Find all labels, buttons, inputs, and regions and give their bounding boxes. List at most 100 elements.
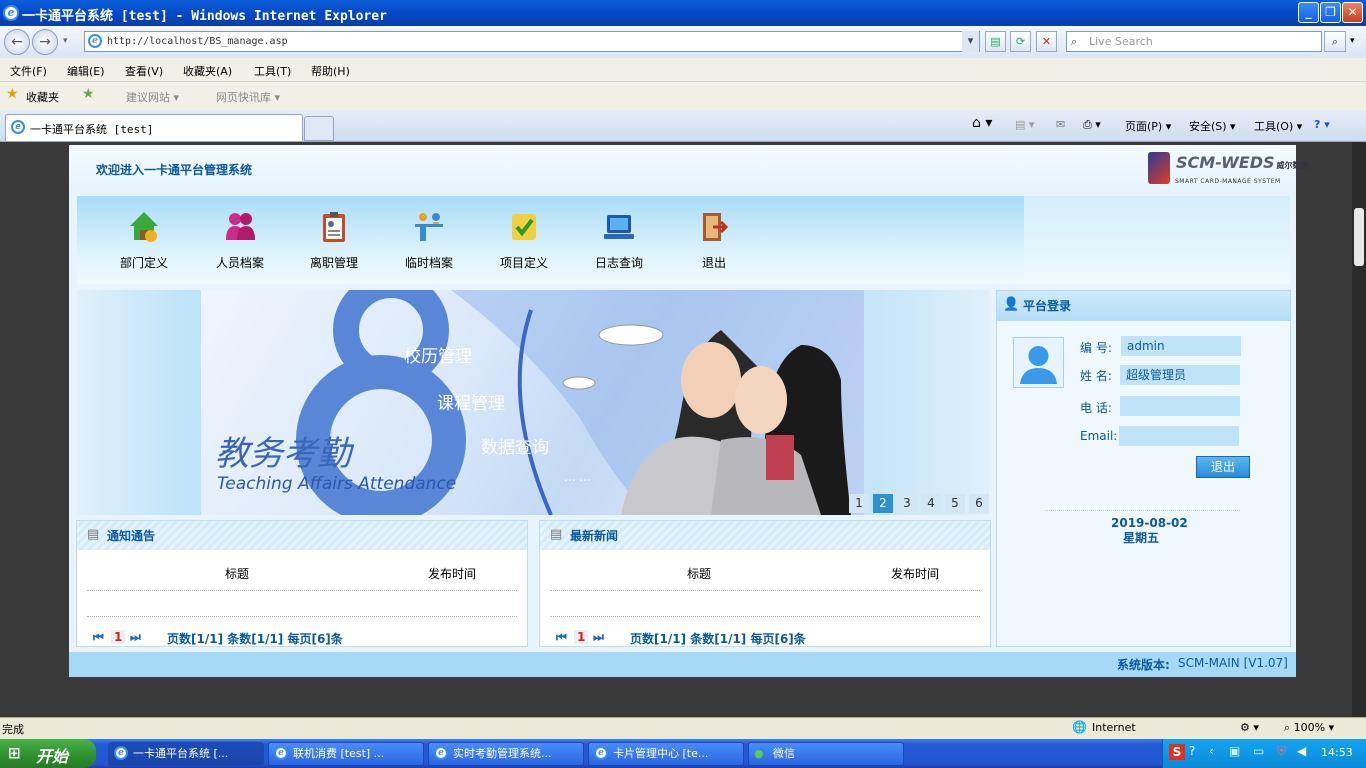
- task-item-2[interactable]: e 联机消费 [test] ...: [268, 742, 424, 766]
- minimize-button[interactable]: _: [1298, 2, 1319, 23]
- logout-button[interactable]: 退出: [1196, 456, 1250, 478]
- notices-last-page-icon[interactable]: ⏭: [130, 630, 141, 645]
- current-date: 2019-08-02: [1111, 516, 1188, 530]
- menu-help[interactable]: 帮助(H): [311, 63, 350, 79]
- banner-page-2[interactable]: 2: [873, 494, 893, 513]
- logo-name: SCM-WEDS 威尔数据: [1176, 153, 1309, 172]
- nav-department[interactable]: 部门定义: [104, 210, 184, 271]
- menu-tools[interactable]: 工具(T): [254, 63, 291, 79]
- news-first-page-icon[interactable]: ⏮: [556, 630, 567, 645]
- tray-expand-icon[interactable]: ‹: [1209, 744, 1214, 758]
- app-footer: 系统版本: SCM-MAIN [V1.07]: [69, 652, 1296, 677]
- feeds-icon[interactable]: ▤ ▾: [1015, 118, 1034, 131]
- maximize-button[interactable]: ❐: [1320, 2, 1341, 23]
- protected-mode-icon[interactable]: ⚙ ▾: [1240, 721, 1259, 734]
- help-tray-icon[interactable]: ?: [1189, 744, 1195, 758]
- tools-menu[interactable]: 工具(O) ▾: [1254, 118, 1302, 134]
- banner-title-cn: 教务考勤: [215, 434, 351, 474]
- scm-weds-logo: SCM-WEDS 威尔数据 SMART CARD-MANAGE SYSTEM: [1146, 150, 1309, 188]
- address-text: http://localhost/BS_manage.asp: [107, 36, 288, 47]
- ie-icon: e: [3, 5, 19, 21]
- news-divider: [550, 590, 980, 591]
- page-menu[interactable]: 页面(P) ▾: [1125, 118, 1171, 134]
- phone-field[interactable]: [1120, 396, 1240, 416]
- safety-menu[interactable]: 安全(S) ▾: [1189, 118, 1236, 134]
- back-button[interactable]: ←: [4, 29, 30, 55]
- favorites-button[interactable]: 收藏夹: [26, 89, 59, 105]
- new-tab-button[interactable]: [304, 116, 334, 141]
- close-button[interactable]: ✕: [1342, 2, 1363, 23]
- name-field[interactable]: 超级管理员: [1120, 365, 1240, 385]
- print-icon[interactable]: ⎙ ▾: [1083, 118, 1101, 132]
- news-page-number[interactable]: 1: [574, 630, 589, 644]
- task-item-1[interactable]: e 一卡通平台系统 [...: [108, 742, 264, 766]
- history-dropdown-icon[interactable]: ▾: [63, 36, 68, 46]
- address-dropdown-icon[interactable]: ▾: [962, 31, 979, 52]
- nav-log[interactable]: 日志查询: [579, 210, 659, 271]
- nav-personnel[interactable]: 人员档案: [200, 210, 280, 271]
- banner-item-calendar: 校历管理: [404, 347, 472, 367]
- banner-page-1[interactable]: 1: [849, 494, 869, 513]
- scrollbar-thumb[interactable]: [1354, 208, 1364, 266]
- news-last-page-icon[interactable]: ⏭: [593, 630, 604, 645]
- task-item-wechat[interactable]: ● 微信: [748, 742, 904, 766]
- volume-icon[interactable]: ◀: [1297, 744, 1306, 758]
- menu-favorites[interactable]: 收藏夹(A): [183, 63, 232, 79]
- nav-resignation[interactable]: 离职管理: [294, 210, 374, 271]
- id-field[interactable]: admin: [1121, 336, 1241, 356]
- newspaper-icon: ▤: [550, 527, 563, 542]
- task-item-4[interactable]: e 卡片管理中心 [te...: [588, 742, 744, 766]
- web-slice-gallery-link[interactable]: 网页快讯库 ▾: [216, 89, 280, 105]
- phone-label: 电 话:: [1080, 401, 1112, 415]
- email-field[interactable]: [1119, 426, 1239, 446]
- suggested-sites-link[interactable]: 建议网站 ▾: [126, 89, 179, 105]
- task-ie-icon: e: [114, 746, 128, 760]
- status-text: 完成: [2, 723, 24, 736]
- notices-divider-2: [87, 616, 517, 617]
- notice-board-icon: ▤: [87, 527, 100, 542]
- banner-page-6[interactable]: 6: [969, 494, 989, 513]
- banner-image[interactable]: 校历管理 课程管理 数据查询 ... ... 教务考勤 Teaching Aff…: [201, 290, 864, 515]
- email-label: Email:: [1080, 429, 1118, 443]
- mail-icon[interactable]: ✉: [1056, 118, 1065, 131]
- search-placeholder: Live Search: [1089, 35, 1153, 48]
- home-icon[interactable]: ⌂ ▾: [972, 115, 992, 131]
- address-input[interactable]: e http://localhost/BS_manage.asp: [84, 31, 980, 52]
- refresh-icon[interactable]: ⟳: [1010, 31, 1031, 52]
- network-icon[interactable]: ▣: [1229, 744, 1240, 758]
- menu-edit[interactable]: 编辑(E): [67, 63, 105, 79]
- zoom-level[interactable]: ⌕ 100% ▾: [1284, 721, 1334, 735]
- compat-view-icon[interactable]: ▤: [985, 31, 1006, 52]
- add-favorite-icon[interactable]: ★: [82, 86, 95, 102]
- nav-logout[interactable]: 退出: [674, 210, 754, 271]
- version-value: SCM-MAIN [V1.07]: [1178, 656, 1288, 670]
- news-divider-2: [550, 616, 980, 617]
- search-input[interactable]: ⌕ Live Search: [1066, 31, 1322, 52]
- banner-page-4[interactable]: 4: [921, 494, 941, 513]
- wechat-icon: ●: [754, 747, 764, 760]
- stop-icon[interactable]: ✕: [1036, 31, 1057, 52]
- user-icon: 👤: [1003, 297, 1020, 312]
- logo-mark-icon: [1148, 152, 1170, 184]
- banner-page-3[interactable]: 3: [897, 494, 917, 513]
- sogou-input-icon[interactable]: S: [1169, 744, 1185, 760]
- menu-view[interactable]: 查看(V): [125, 63, 163, 79]
- help-icon[interactable]: ? ▾: [1314, 118, 1330, 131]
- notices-first-page-icon[interactable]: ⏮: [93, 630, 104, 645]
- nav-temporary[interactable]: 临时档案: [389, 210, 469, 271]
- start-button[interactable]: ⊞ 开始: [0, 739, 96, 768]
- banner-page-5[interactable]: 5: [945, 494, 965, 513]
- search-options-icon[interactable]: ▾: [1350, 36, 1355, 46]
- forward-button[interactable]: →: [32, 29, 58, 55]
- search-button[interactable]: ⌕: [1324, 31, 1346, 52]
- notices-divider: [87, 590, 517, 591]
- window-titlebar: e 一卡通平台系统 [test] - Windows Internet Expl…: [0, 0, 1366, 26]
- menu-file[interactable]: 文件(F): [10, 63, 47, 79]
- tab-active[interactable]: e 一卡通平台系统 [test]: [5, 114, 303, 141]
- notices-title: 通知通告: [107, 529, 156, 543]
- monitor-icon[interactable]: ▭: [1253, 744, 1264, 758]
- notices-page-number[interactable]: 1: [111, 630, 126, 644]
- security-shield-icon[interactable]: ⛨: [1277, 744, 1286, 759]
- nav-project[interactable]: 项目定义: [484, 210, 564, 271]
- task-item-3[interactable]: e 实时考勤管理系统...: [428, 742, 584, 766]
